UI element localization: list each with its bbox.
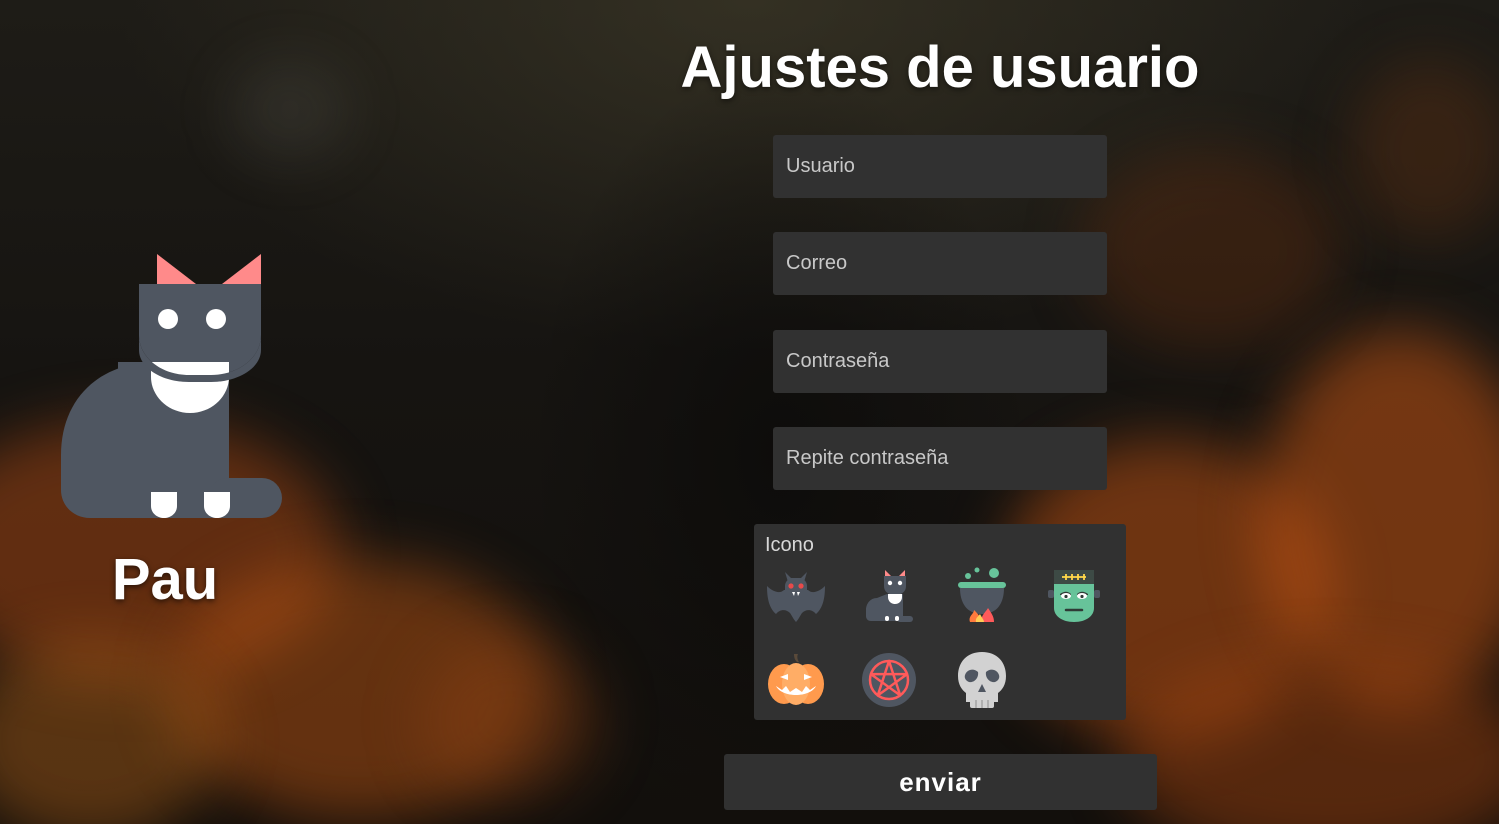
cat-icon: [866, 570, 913, 622]
submit-button[interactable]: enviar: [724, 754, 1157, 810]
page-title: Ajustes de usuario: [680, 35, 1200, 100]
cauldron-icon: [958, 567, 1006, 622]
username-input[interactable]: [773, 135, 1107, 198]
icon-option-pumpkin[interactable]: [764, 648, 828, 712]
password-input[interactable]: [773, 330, 1107, 393]
cat-icon: [61, 254, 282, 518]
icon-option-frankenstein[interactable]: [1042, 564, 1106, 628]
icon-option-pentagram[interactable]: [857, 648, 921, 712]
email-input[interactable]: [773, 232, 1107, 295]
icon-picker: Icono: [754, 524, 1126, 720]
icon-option-cat[interactable]: [857, 564, 921, 628]
icon-option-cauldron[interactable]: [950, 564, 1014, 628]
profile-name: Pau: [111, 547, 219, 612]
icon-option-bat[interactable]: [764, 564, 828, 628]
bat-icon: [767, 572, 825, 622]
icon-picker-label: Icono: [765, 534, 814, 556]
pentagram-icon: [862, 653, 916, 707]
icon-option-skull[interactable]: [950, 648, 1014, 712]
user-profile: Pau: [40, 240, 300, 612]
pumpkin-icon: [768, 654, 824, 705]
skull-icon: [958, 652, 1006, 708]
password-repeat-input[interactable]: [773, 427, 1107, 490]
frankenstein-icon: [1048, 570, 1100, 622]
